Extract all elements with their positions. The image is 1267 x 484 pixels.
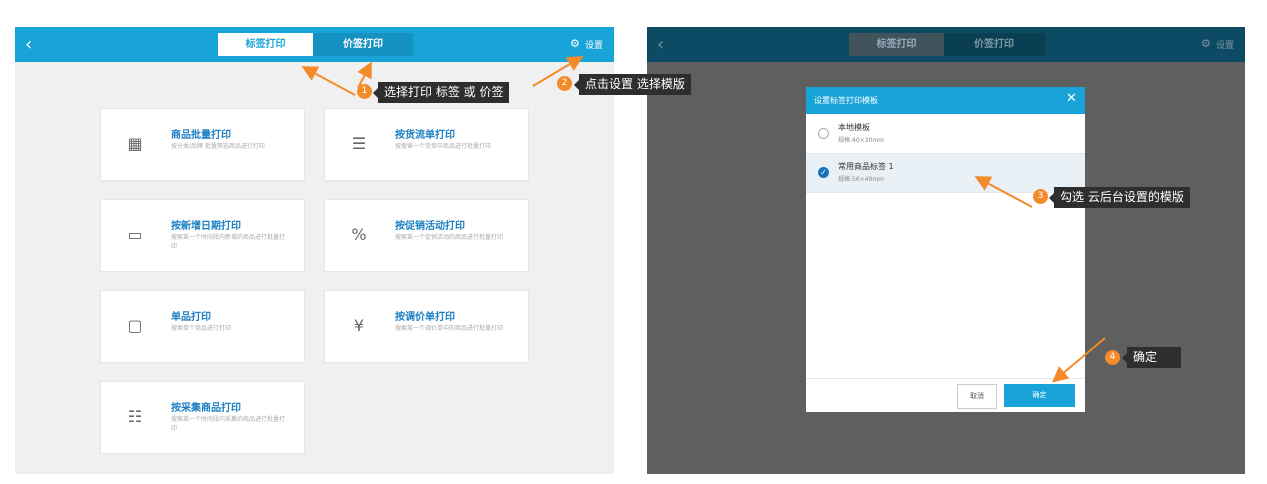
step-tooltip-2: 点击设置 选择模版	[574, 74, 691, 95]
step-badge-2: 2	[557, 76, 572, 91]
step-badge-4: 4	[1105, 350, 1120, 365]
annotation-arrows	[301, 55, 1106, 383]
step-tooltip-1: 选择打印 标签 或 价签	[372, 82, 510, 103]
step-tooltip-4: 确定	[1122, 347, 1181, 368]
step-badge-1: 1	[357, 84, 372, 99]
step-tooltip-3: 勾选 云后台设置的模版	[1049, 187, 1190, 208]
step-badge-3: 3	[1033, 189, 1048, 204]
